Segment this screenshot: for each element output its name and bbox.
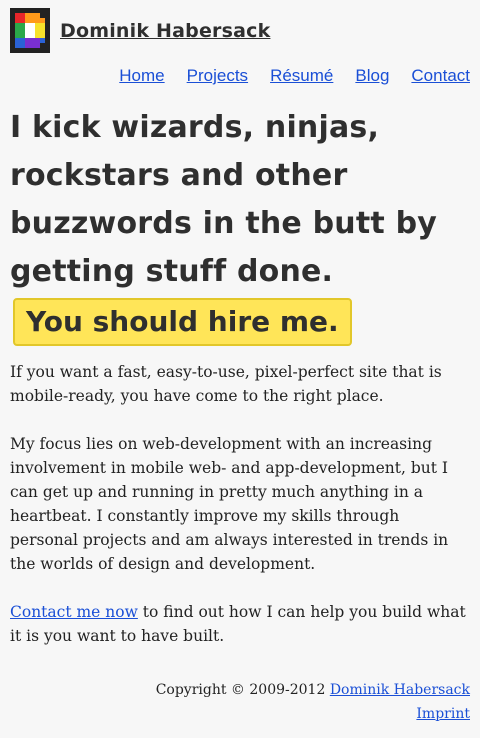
imprint-link[interactable]: Imprint — [416, 706, 470, 722]
contact-paragraph: Contact me now to find out how I can hel… — [10, 600, 472, 648]
focus-paragraph: My focus lies on web-development with an… — [10, 435, 449, 573]
intro-content: If you want a fast, easy-to-use, pixel-p… — [10, 360, 472, 672]
main-nav: Home Projects Résumé Blog Contact — [119, 66, 470, 86]
contact-me-link[interactable]: Contact me now — [10, 603, 138, 621]
nav-resume-link[interactable]: Résumé — [270, 66, 333, 86]
nav-projects-link[interactable]: Projects — [187, 66, 248, 86]
site-footer: Copyright © 2009-2012 Dominik Habersack … — [156, 678, 470, 726]
hire-me-badge: You should hire me. — [13, 298, 352, 346]
pixel-d-logo-icon[interactable] — [10, 8, 50, 53]
intro-paragraph: If you want a fast, easy-to-use, pixel-p… — [10, 363, 442, 405]
nav-blog-link[interactable]: Blog — [355, 66, 389, 86]
footer-author-link[interactable]: Dominik Habersack — [330, 682, 470, 698]
hero-headline: I kick wizards, ninjas, rockstars and ot… — [10, 110, 438, 289]
nav-home-link[interactable]: Home — [119, 66, 164, 86]
copyright-line: Copyright © 2009-2012 Dominik Habersack — [156, 678, 470, 702]
site-header: Dominik Habersack — [10, 8, 270, 53]
site-title-link[interactable]: Dominik Habersack — [60, 20, 270, 42]
nav-contact-link[interactable]: Contact — [411, 66, 470, 86]
copyright-text: Copyright © 2009-2012 — [155, 682, 330, 698]
